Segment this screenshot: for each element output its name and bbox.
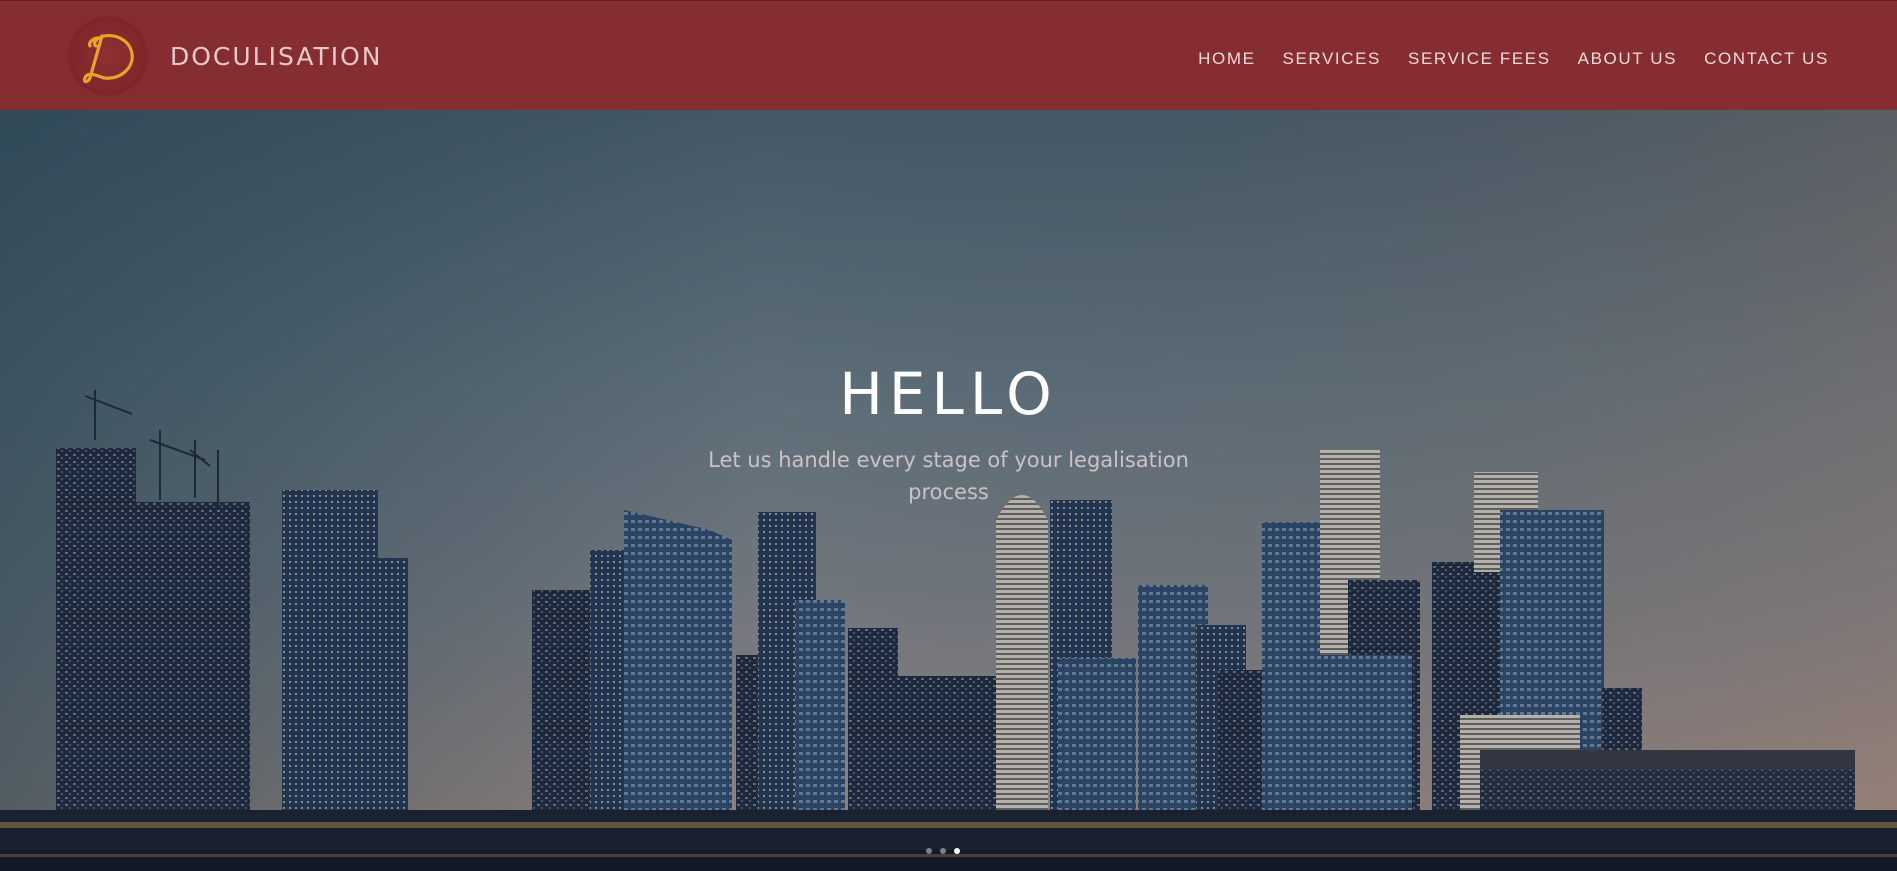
nav-item-service-fees[interactable]: SERVICE FEES xyxy=(1408,49,1551,69)
hero-title: HELLO xyxy=(839,360,1058,428)
nav-item-services[interactable]: SERVICES xyxy=(1283,49,1381,69)
hero-subtitle: Let us handle every stage of your legali… xyxy=(708,448,1189,504)
carousel-dot-3[interactable] xyxy=(954,848,960,854)
hero-text: HELLO Let us handle every stage of your … xyxy=(0,358,1897,508)
carousel-dot-1[interactable] xyxy=(926,848,932,854)
logo xyxy=(68,16,148,96)
nav-item-contact-us[interactable]: CONTACT US xyxy=(1704,49,1829,69)
carousel-indicators xyxy=(926,848,960,854)
header-navbar: DOCULISATION HOME SERVICES SERVICE FEES … xyxy=(0,0,1897,110)
logo-d-monogram-icon xyxy=(82,34,134,84)
main-nav: HOME SERVICES SERVICE FEES ABOUT US CONT… xyxy=(1171,49,1829,69)
brand-name: DOCULISATION xyxy=(170,41,383,71)
carousel-dot-2[interactable] xyxy=(940,848,946,854)
page: DOCULISATION HOME SERVICES SERVICE FEES … xyxy=(0,0,1897,871)
nav-item-about-us[interactable]: ABOUT US xyxy=(1578,49,1677,69)
brand-home-link[interactable]: DOCULISATION xyxy=(68,15,383,97)
nav-item-home[interactable]: HOME xyxy=(1198,49,1255,69)
hero-carousel: HELLO Let us handle every stage of your … xyxy=(0,110,1897,871)
